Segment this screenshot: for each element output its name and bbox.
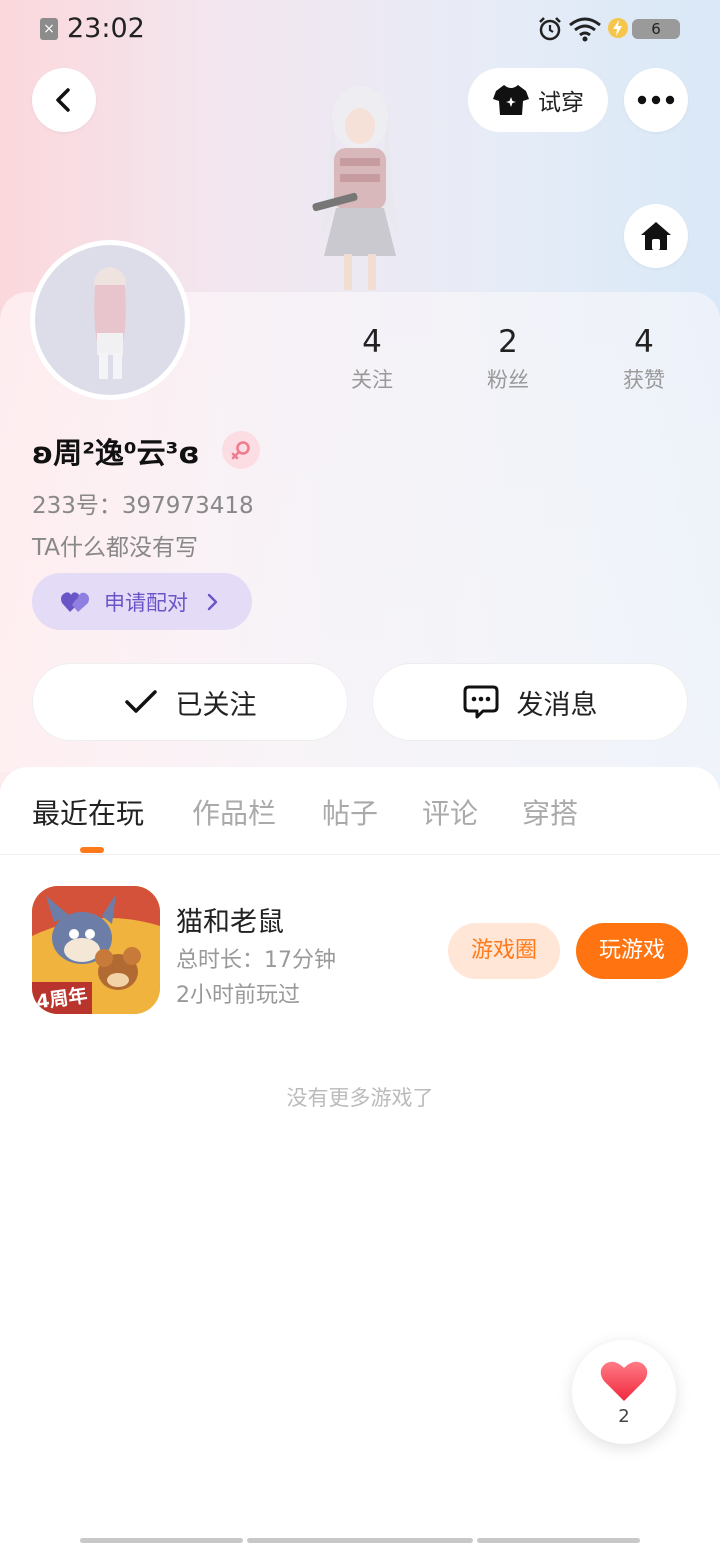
more-button[interactable]	[624, 68, 688, 132]
tab-outfits[interactable]: 穿搭	[522, 792, 578, 832]
stat-label: 粉丝	[487, 368, 529, 392]
chevron-left-icon	[56, 88, 70, 112]
battery-icon: 6	[632, 19, 680, 39]
apply-match-button[interactable]: 申请配对	[32, 573, 252, 630]
divider	[0, 854, 720, 855]
status-bar: × 23:02 6	[0, 0, 720, 58]
no-more-games-text: 没有更多游戏了	[286, 1086, 434, 1110]
stat-following[interactable]: 4 关注	[317, 322, 427, 394]
stat-value: 4	[362, 324, 382, 360]
avatar[interactable]	[30, 240, 190, 400]
avatar-image	[94, 267, 126, 379]
status-time: 23:02	[67, 13, 145, 44]
female-gender-icon	[222, 431, 260, 469]
home-indicator	[247, 1538, 473, 1543]
checkmark-icon	[124, 690, 157, 713]
double-heart-icon	[61, 591, 89, 612]
chevron-right-icon	[207, 593, 218, 610]
game-last-played: 2小时前玩过	[176, 983, 300, 1008]
stat-fans[interactable]: 2 粉丝	[453, 322, 563, 394]
charging-icon	[608, 18, 628, 38]
heart-icon	[600, 1361, 648, 1401]
apply-match-label: 申请配对	[104, 590, 188, 615]
back-button[interactable]	[32, 68, 96, 132]
x-notification-icon: ×	[40, 18, 58, 40]
like-button[interactable]: 2	[572, 1340, 676, 1444]
alarm-icon	[539, 17, 561, 41]
play-game-button[interactable]: 玩游戏	[576, 923, 688, 979]
home-icon	[641, 222, 671, 250]
chat-bubble-icon	[463, 685, 498, 719]
wifi-icon	[569, 17, 601, 42]
game-icon[interactable]: 4周年	[32, 886, 160, 1014]
stat-value: 4	[634, 324, 654, 360]
tab-comments[interactable]: 评论	[422, 792, 478, 832]
shirt-icon	[493, 85, 529, 115]
followed-label: 已关注	[175, 689, 257, 721]
stat-label: 获赞	[623, 368, 665, 392]
tab-works[interactable]: 作品栏	[192, 792, 276, 832]
more-dots-icon	[637, 95, 675, 105]
send-message-label: 发消息	[516, 689, 598, 721]
user-bio: TA什么都没有写	[32, 535, 198, 561]
game-circle-button[interactable]: 游戏圈	[448, 923, 560, 979]
username: ʚ周²逸⁰云³ɞ	[32, 436, 200, 470]
home-button[interactable]	[624, 204, 688, 268]
try-on-label: 试穿	[538, 90, 584, 116]
tab-recently-played[interactable]: 最近在玩	[32, 792, 144, 832]
home-indicator	[80, 1538, 243, 1543]
game-play-time: 总时长：17分钟	[176, 948, 336, 973]
like-count: 2	[618, 1406, 630, 1427]
followed-button[interactable]: 已关注	[32, 663, 348, 741]
active-tab-indicator	[80, 847, 104, 853]
try-on-button[interactable]: 试穿	[468, 68, 608, 132]
user-id: 233号：397973418	[32, 493, 254, 519]
stat-label: 关注	[351, 368, 393, 392]
home-indicator	[477, 1538, 640, 1543]
stat-likes[interactable]: 4 获赞	[589, 322, 699, 394]
tab-posts[interactable]: 帖子	[322, 792, 378, 832]
game-name: 猫和老鼠	[176, 907, 284, 938]
send-message-button[interactable]: 发消息	[372, 663, 688, 741]
avatar-character-image	[312, 86, 400, 290]
stat-value: 2	[498, 324, 518, 360]
